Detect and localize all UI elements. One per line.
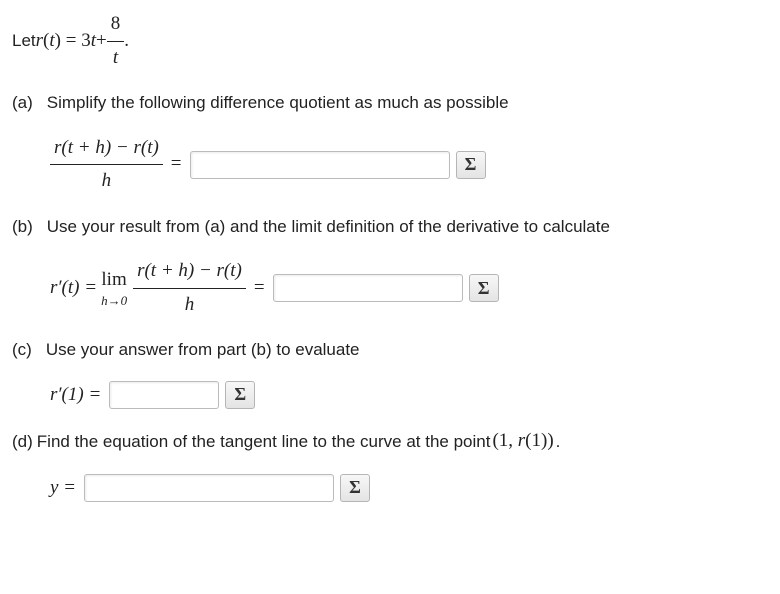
expr-d: y = <box>50 474 76 503</box>
part-b-label: (b) <box>12 214 33 240</box>
part-d-expression-row: y = Σ <box>50 474 768 503</box>
part-a-header: (a) Simplify the following difference qu… <box>12 90 768 116</box>
diff-quotient-b-den: h <box>133 288 246 320</box>
intro-period: . <box>124 27 129 56</box>
part-d-text-before: Find the equation of the tangent line to… <box>37 429 491 455</box>
intro-prefix: Let <box>12 28 36 54</box>
part-c-header: (c) Use your answer from part (b) to eva… <box>12 337 768 363</box>
part-c-label: (c) <box>12 337 32 363</box>
part-c-expression-row: r′(1) = Σ <box>50 381 768 410</box>
part-c-text: Use your answer from part (b) to evaluat… <box>46 337 360 363</box>
diff-quotient-a: r(t + h) − r(t) h <box>50 134 163 196</box>
intro-frac-num: 8 <box>107 10 125 41</box>
answer-input-d[interactable] <box>84 474 334 502</box>
part-a-text: Simplify the following difference quotie… <box>47 90 509 116</box>
equals-b: = <box>254 274 265 303</box>
answer-input-a[interactable] <box>190 151 450 179</box>
expr-c: r′(1) = <box>50 381 101 410</box>
part-b-text: Use your result from (a) and the limit d… <box>47 214 610 240</box>
answer-input-b[interactable] <box>273 274 463 302</box>
limit: lim h→0 <box>101 266 127 311</box>
equation-editor-button-c[interactable]: Σ <box>225 381 255 409</box>
intro-r: r <box>36 27 43 56</box>
equation-editor-button-b[interactable]: Σ <box>469 274 499 302</box>
answer-input-c[interactable] <box>109 381 219 409</box>
equation-editor-button-a[interactable]: Σ <box>456 151 486 179</box>
part-d-label: (d) <box>12 429 33 455</box>
part-d-point: (1, r(1)) <box>492 427 553 456</box>
intro-after-t: ) = 3 <box>55 27 91 56</box>
part-b-header: (b) Use your result from (a) and the lim… <box>12 214 768 240</box>
diff-quotient-a-num: r(t + h) − r(t) <box>50 134 163 165</box>
equation-editor-button-d[interactable]: Σ <box>340 474 370 502</box>
part-d-header: (d) Find the equation of the tangent lin… <box>12 427 768 456</box>
expr-b-lhs: r′(t) = <box>50 274 97 303</box>
diff-quotient-b: r(t + h) − r(t) h <box>133 257 246 319</box>
diff-quotient-b-num: r(t + h) − r(t) <box>133 257 246 288</box>
diff-quotient-a-den: h <box>50 164 163 196</box>
part-b-expression-row: r′(t) = lim h→0 r(t + h) − r(t) h = Σ <box>50 257 768 319</box>
intro-plus: + <box>96 27 107 56</box>
part-d-text-after: . <box>556 429 561 455</box>
problem-intro: Let r ( t ) = 3 t + 8 t . <box>12 10 768 72</box>
part-a-label: (a) <box>12 90 33 116</box>
intro-fraction: 8 t <box>107 10 125 72</box>
equals-a: = <box>171 150 182 179</box>
limit-bot: h→0 <box>101 291 127 311</box>
part-a-expression-row: r(t + h) − r(t) h = Σ <box>50 134 768 196</box>
intro-frac-den: t <box>107 41 125 73</box>
limit-top: lim <box>101 266 127 295</box>
